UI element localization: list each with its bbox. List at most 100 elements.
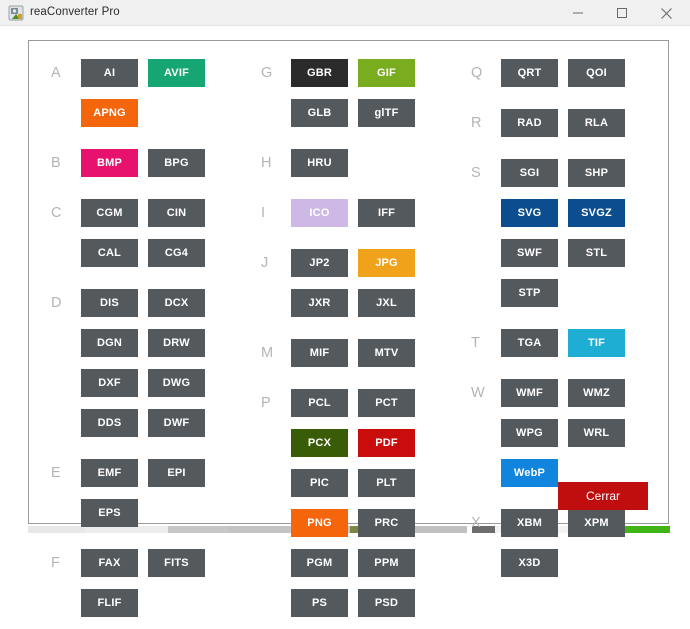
group-letter-D: D [51, 295, 62, 311]
format-button-ps[interactable]: PS [291, 589, 348, 617]
format-button-psd[interactable]: PSD [358, 589, 415, 617]
format-button-gltf[interactable]: glTF [358, 99, 415, 127]
format-button-fits[interactable]: FITS [148, 549, 205, 577]
format-button-cg4[interactable]: CG4 [148, 239, 205, 267]
format-button-cgm[interactable]: CGM [81, 199, 138, 227]
format-button-stp[interactable]: STP [501, 279, 558, 307]
group-letter-C: C [51, 205, 62, 221]
format-button-drw[interactable]: DRW [148, 329, 205, 357]
format-button-jxl[interactable]: JXL [358, 289, 415, 317]
format-button-rad[interactable]: RAD [501, 109, 558, 137]
format-button-hru[interactable]: HRU [291, 149, 348, 177]
format-button-prc[interactable]: PRC [358, 509, 415, 537]
format-button-cin[interactable]: CIN [148, 199, 205, 227]
format-button-wmz[interactable]: WMZ [568, 379, 625, 407]
group-letter-M: M [261, 345, 274, 361]
format-button-rla[interactable]: RLA [568, 109, 625, 137]
format-button-ico[interactable]: ICO [291, 199, 348, 227]
format-grid: A AI AVIF APNG B BMP BPG C CGM CIN CAL CG4 D DIS DCX DG… [29, 41, 668, 617]
format-button-shp[interactable]: SHP [568, 159, 625, 187]
format-button-xbm[interactable]: XBM [501, 509, 558, 537]
format-button-gbr[interactable]: GBR [291, 59, 348, 87]
format-button-iff[interactable]: IFF [358, 199, 415, 227]
minimize-icon [573, 12, 583, 14]
background-strip-segment [28, 526, 85, 533]
format-button-dxf[interactable]: DXF [81, 369, 138, 397]
format-button-gif[interactable]: GIF [358, 59, 415, 87]
group-letter-B: B [51, 155, 61, 171]
format-button-dgn[interactable]: DGN [81, 329, 138, 357]
format-button-apng[interactable]: APNG [81, 99, 138, 127]
format-button-png[interactable]: PNG [291, 509, 348, 537]
background-strip-segment [85, 526, 168, 533]
format-button-glb[interactable]: GLB [291, 99, 348, 127]
format-button-wrl[interactable]: WRL [568, 419, 625, 447]
format-button-dwf[interactable]: DWF [148, 409, 205, 437]
format-button-fax[interactable]: FAX [81, 549, 138, 577]
format-button-x3d[interactable]: X3D [501, 549, 558, 577]
application-window: reaConverter Pro A AI AVIF APNG B BMP BPG C CGM C… [0, 0, 690, 617]
format-button-ai[interactable]: AI [81, 59, 138, 87]
minimize-button[interactable] [556, 0, 600, 26]
format-button-ppm[interactable]: PPM [358, 549, 415, 577]
close-window-button[interactable] [644, 0, 688, 26]
format-button-jpg[interactable]: JPG [358, 249, 415, 277]
group-letter-Q: Q [471, 65, 483, 81]
group-letter-X: X [471, 515, 481, 531]
close-dialog-button[interactable]: Cerrar [558, 482, 648, 510]
format-button-pgm[interactable]: PGM [291, 549, 348, 577]
group-letter-W: W [471, 385, 485, 401]
format-button-tif[interactable]: TIF [568, 329, 625, 357]
group-letter-G: G [261, 65, 273, 81]
format-button-plt[interactable]: PLT [358, 469, 415, 497]
format-button-flif[interactable]: FLIF [81, 589, 138, 617]
format-button-pdf[interactable]: PDF [358, 429, 415, 457]
format-button-stl[interactable]: STL [568, 239, 625, 267]
maximize-button[interactable] [600, 0, 644, 26]
format-button-pcl[interactable]: PCL [291, 389, 348, 417]
format-button-emf[interactable]: EMF [81, 459, 138, 487]
format-button-dds[interactable]: DDS [81, 409, 138, 437]
output-format-dialog: A AI AVIF APNG B BMP BPG C CGM CIN CAL CG4 D DIS DCX DG… [28, 40, 669, 617]
format-button-eps[interactable]: EPS [81, 499, 138, 527]
background-strip-segment [412, 526, 467, 533]
format-button-swf[interactable]: SWF [501, 239, 558, 267]
format-button-avif[interactable]: AVIF [148, 59, 205, 87]
group-letter-S: S [471, 165, 481, 181]
format-button-epi[interactable]: EPI [148, 459, 205, 487]
format-button-wpg[interactable]: WPG [501, 419, 558, 447]
format-button-qrt[interactable]: QRT [501, 59, 558, 87]
format-button-svg[interactable]: SVG [501, 199, 558, 227]
format-button-bpg[interactable]: BPG [148, 149, 205, 177]
format-button-jxr[interactable]: JXR [291, 289, 348, 317]
format-button-xpm[interactable]: XPM [568, 509, 625, 537]
format-button-mtv[interactable]: MTV [358, 339, 415, 367]
group-letter-A: A [51, 65, 61, 81]
group-letter-I: I [261, 205, 266, 221]
format-button-pct[interactable]: PCT [358, 389, 415, 417]
format-button-dcx[interactable]: DCX [148, 289, 205, 317]
close-icon [660, 7, 672, 19]
group-letter-P: P [261, 395, 271, 411]
group-letter-H: H [261, 155, 272, 171]
format-button-jp2[interactable]: JP2 [291, 249, 348, 277]
format-button-mif[interactable]: MIF [291, 339, 348, 367]
format-button-svgz[interactable]: SVGZ [568, 199, 625, 227]
format-button-qoi[interactable]: QOI [568, 59, 625, 87]
maximize-icon [617, 8, 627, 18]
background-strip-segment [168, 526, 228, 533]
window-title: reaConverter Pro [30, 6, 120, 18]
format-button-wmf[interactable]: WMF [501, 379, 558, 407]
format-button-cal[interactable]: CAL [81, 239, 138, 267]
format-button-pic[interactable]: PIC [291, 469, 348, 497]
format-button-sgi[interactable]: SGI [501, 159, 558, 187]
format-button-pcx[interactable]: PCX [291, 429, 348, 457]
format-button-webp[interactable]: WebP [501, 459, 558, 487]
format-button-dwg[interactable]: DWG [148, 369, 205, 397]
group-letter-T: T [471, 335, 480, 351]
format-button-dis[interactable]: DIS [81, 289, 138, 317]
format-button-tga[interactable]: TGA [501, 329, 558, 357]
format-button-bmp[interactable]: BMP [81, 149, 138, 177]
group-letter-R: R [471, 115, 482, 131]
app-icon [8, 5, 24, 21]
